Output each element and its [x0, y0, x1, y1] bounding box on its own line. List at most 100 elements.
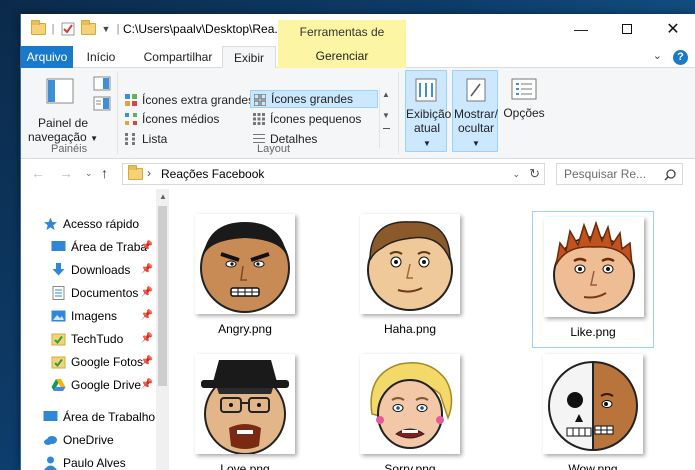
sidebar-item-google-photos[interactable]: Google Fotos 📌 — [21, 351, 155, 373]
haha-face-thumbnail — [360, 214, 460, 314]
tab-home[interactable]: Início — [79, 46, 123, 68]
help-icon[interactable]: ? — [673, 50, 688, 65]
address-bar[interactable]: › Reações Facebook ⌄ ↻ — [122, 163, 545, 185]
wow-face-thumbnail — [543, 354, 643, 454]
pin-icon[interactable]: 📌 — [141, 374, 153, 396]
sidebar-scrollbar[interactable]: ▲ — [156, 189, 169, 470]
pin-icon[interactable]: 📌 — [141, 351, 153, 373]
file-name: Angry.png — [218, 322, 272, 336]
window-title: C:\Users\paalv\Desktop\Rea... — [123, 22, 285, 36]
file-item-angry[interactable]: Angry.png — [184, 209, 306, 346]
view-list[interactable]: Lista — [122, 130, 167, 148]
current-view-button[interactable]: Exibição atual ▼ — [405, 70, 451, 152]
breadcrumb-chevron-icon[interactable]: › — [147, 166, 151, 180]
view-extra-large-icons[interactable]: Ícones extra grandes — [122, 91, 254, 109]
options-icon — [511, 78, 537, 100]
search-icon[interactable] — [664, 169, 676, 181]
pin-icon[interactable]: 📌 — [141, 305, 153, 327]
panes-group-label: Painéis — [51, 143, 88, 155]
file-name: Wow.png — [568, 462, 618, 470]
folder-check-icon — [51, 356, 66, 369]
file-name: Sorry.png — [384, 462, 436, 470]
tab-view[interactable]: Exibir — [222, 46, 276, 68]
layout-gallery-scroll[interactable]: ▲ ▼ — [379, 88, 392, 148]
ribbon-tabs: Arquivo Início Compartilhar Exibir Geren… — [21, 44, 695, 68]
view-medium-icons[interactable]: Ícones médios — [122, 110, 219, 128]
explorer-window: | ▼ | C:\Users\paalv\Desktop\Rea... Ferr… — [20, 14, 695, 470]
tab-share[interactable]: Compartilhar — [133, 46, 223, 68]
contextual-tab-header: Ferramentas de Imagem — [278, 20, 406, 63]
star-icon — [44, 217, 57, 230]
view-large-icons[interactable]: Ícones grandes — [250, 90, 378, 108]
sidebar-item-desktop-pinned[interactable]: Área de Traba 📌 — [21, 236, 155, 258]
sidebar-item-documents[interactable]: Documentos 📌 — [21, 282, 155, 304]
file-item-sorry[interactable]: Sorry.png — [349, 349, 471, 470]
sidebar-item-onedrive[interactable]: OneDrive — [21, 429, 155, 451]
navigation-pane: Acesso rápido Área de Traba 📌 Downloads … — [21, 189, 169, 470]
sidebar-item-quick-access[interactable]: Acesso rápido — [21, 213, 155, 235]
pictures-icon — [51, 310, 66, 322]
file-item-like[interactable]: Like.png — [532, 211, 654, 348]
sidebar-item-techtudo[interactable]: TechTudo 📌 — [21, 328, 155, 350]
up-button[interactable]: ↑ — [101, 165, 108, 181]
angry-face-thumbnail — [195, 214, 295, 314]
show-hide-button[interactable]: Mostrar/ ocultar ▼ — [452, 70, 498, 152]
navigation-pane-icon[interactable] — [41, 76, 77, 112]
search-input[interactable]: Pesquisar Re... — [556, 163, 683, 185]
sidebar-item-google-drive[interactable]: Google Drive 📌 — [21, 374, 155, 396]
properties-icon[interactable] — [59, 21, 77, 37]
sidebar-item-user[interactable]: Paulo Alves — [21, 452, 155, 470]
small-icons-icon — [253, 113, 265, 125]
scrollbar-thumb[interactable] — [158, 206, 167, 386]
download-icon — [52, 263, 65, 276]
search-placeholder: Pesquisar Re... — [564, 167, 647, 181]
maximize-button[interactable] — [604, 14, 650, 44]
ribbon-separator — [398, 72, 399, 154]
pin-icon[interactable]: 📌 — [141, 259, 153, 281]
title-bar: | ▼ | C:\Users\paalv\Desktop\Rea... Ferr… — [21, 14, 695, 63]
address-row: ← → ⌄ ↑ › Reações Facebook ⌄ ↻ Pesquisar… — [21, 159, 695, 189]
file-name: Like.png — [570, 325, 616, 339]
refresh-icon[interactable]: ↻ — [529, 166, 540, 182]
address-dropdown-icon[interactable]: ⌄ — [512, 169, 520, 180]
pin-icon[interactable]: 📌 — [141, 282, 153, 304]
show-hide-icon — [466, 78, 486, 102]
customize-toolbar-icon[interactable]: ▼ — [99, 21, 113, 37]
navigation-pane-button[interactable]: Painel de navegação ▼ — [27, 116, 99, 146]
cloud-icon — [44, 436, 57, 445]
recent-locations-button[interactable]: ⌄ — [85, 168, 93, 179]
list-icon — [125, 133, 135, 145]
sidebar-item-downloads[interactable]: Downloads 📌 — [21, 259, 155, 281]
view-small-icons[interactable]: Ícones pequenos — [250, 110, 361, 128]
back-button[interactable]: ← — [31, 165, 45, 181]
details-pane-icon[interactable] — [93, 96, 111, 115]
tab-file[interactable]: Arquivo — [21, 46, 73, 68]
user-icon — [44, 456, 57, 470]
pin-icon[interactable]: 📌 — [141, 328, 153, 350]
pin-icon[interactable]: 📌 — [141, 236, 153, 258]
tab-manage[interactable]: Gerenciar — [278, 44, 406, 68]
sidebar-item-desktop[interactable]: Área de Trabalho — [21, 406, 155, 428]
forward-button[interactable]: → — [59, 165, 73, 181]
file-item-haha[interactable]: Haha.png — [349, 209, 471, 346]
scroll-up-icon[interactable]: ▲ — [159, 192, 167, 201]
layout-group-label: Layout — [257, 143, 291, 155]
file-view: Angry.png Haha.png Like.png Love.png Sor… — [169, 189, 695, 470]
chevron-down-icon[interactable]: ⌄ — [653, 49, 662, 62]
minimize-button[interactable]: — — [558, 14, 604, 44]
current-view-icon — [415, 78, 437, 102]
new-folder-icon[interactable] — [79, 20, 97, 37]
love-face-thumbnail — [195, 354, 295, 454]
medium-icons-icon — [125, 113, 137, 125]
file-item-wow[interactable]: Wow.png — [532, 349, 654, 470]
file-item-love[interactable]: Love.png — [184, 349, 306, 470]
title-separator: | — [116, 23, 120, 35]
close-button[interactable]: ✕ — [650, 14, 695, 44]
large-icons-icon — [254, 94, 266, 106]
preview-pane-icon[interactable] — [93, 76, 111, 95]
sidebar-item-pictures[interactable]: Imagens 📌 — [21, 305, 155, 327]
desktop-icon — [43, 411, 58, 421]
like-face-thumbnail — [544, 217, 644, 317]
options-button[interactable]: Opções — [503, 70, 545, 152]
breadcrumb[interactable]: Reações Facebook — [161, 167, 264, 181]
